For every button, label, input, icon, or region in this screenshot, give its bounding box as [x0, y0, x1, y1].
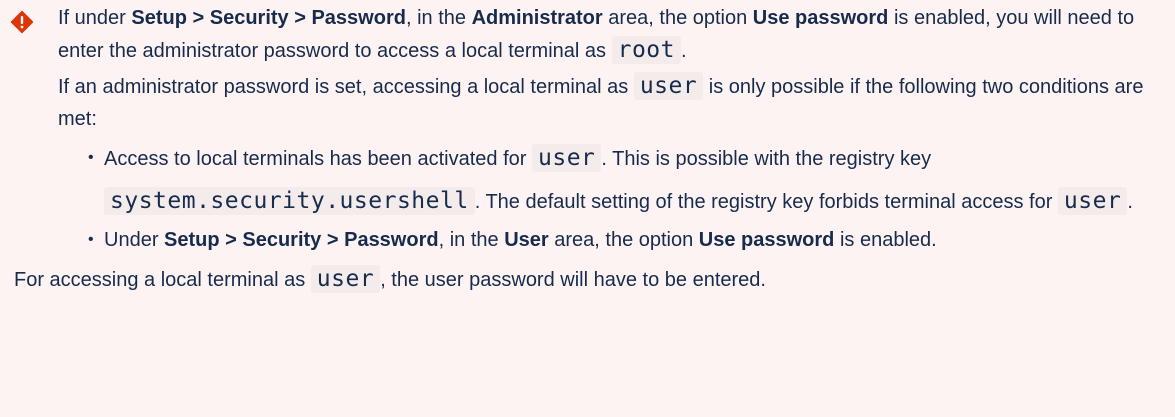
warning-note: If under Setup > Security > Password, in…	[0, 0, 1175, 417]
code-user: user	[1057, 187, 1128, 215]
text: , in the	[438, 229, 505, 251]
user-password-paragraph: For accessing a local terminal as user, …	[14, 263, 1161, 296]
menu-path: Setup > Security > Password	[164, 229, 439, 251]
option-name: Use password	[752, 7, 889, 29]
menu-path: Setup > Security > Password	[131, 7, 406, 29]
code-registry-key: system.security.usershell	[104, 187, 475, 215]
text: , in the	[405, 7, 472, 29]
text: area, the option	[602, 7, 753, 29]
text: , the user password will have to be ente…	[380, 269, 766, 291]
list-item: Access to local terminals has been activ…	[88, 137, 1161, 223]
text: If under	[58, 7, 132, 29]
area-name: Administrator	[471, 7, 603, 29]
warning-diamond-icon	[10, 10, 34, 34]
text: Access to local terminals has been activ…	[104, 148, 532, 170]
text: .	[680, 40, 687, 62]
code-user: user	[310, 265, 381, 293]
text: is enabled.	[834, 229, 937, 251]
text: area, the option	[548, 229, 699, 251]
code-root: root	[611, 36, 681, 64]
text: . The default setting of the registry ke…	[474, 191, 1058, 213]
text: .	[1127, 191, 1133, 213]
text: If an administrator password is set, acc…	[58, 76, 634, 98]
text: Under	[104, 229, 165, 251]
option-name: Use password	[698, 229, 835, 251]
text: . This is possible with the registry key	[601, 148, 932, 170]
conditions-list: Access to local terminals has been activ…	[58, 137, 1161, 253]
list-item: Under Setup > Security > Password, in th…	[88, 227, 1161, 253]
code-user: user	[532, 144, 602, 172]
conditions-intro-paragraph: If an administrator password is set, acc…	[58, 70, 1161, 135]
text: For accessing a local terminal as	[14, 269, 311, 291]
admin-password-paragraph: If under Setup > Security > Password, in…	[58, 2, 1161, 67]
area-name: User	[504, 229, 549, 251]
code-user: user	[633, 72, 704, 100]
